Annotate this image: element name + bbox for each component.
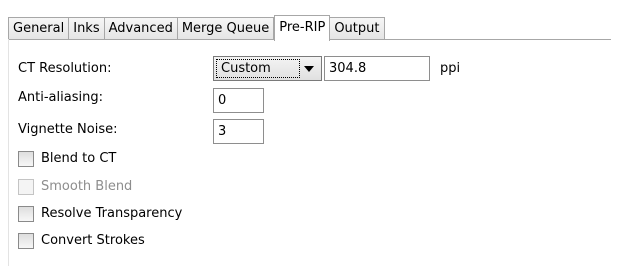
resolve-transparency-checkbox[interactable] xyxy=(18,206,34,222)
tab-output[interactable]: Output xyxy=(330,17,385,40)
convert-strokes-label: Convert Strokes xyxy=(41,233,145,248)
chevron-down-icon xyxy=(304,66,314,72)
tab-pre-rip[interactable]: Pre-RIP xyxy=(274,15,331,41)
resolve-transparency-label: Resolve Transparency xyxy=(41,206,183,221)
smooth-blend-option: Smooth Blend xyxy=(18,178,132,196)
vignette-noise-label: Vignette Noise: xyxy=(18,122,118,137)
tab-strip: General Inks Advanced Merge Queue Pre-RI… xyxy=(8,15,385,41)
tab-inks[interactable]: Inks xyxy=(69,17,105,40)
blend-to-ct-checkbox[interactable] xyxy=(18,151,34,167)
vignette-noise-field[interactable]: 3 xyxy=(213,119,264,144)
smooth-blend-label: Smooth Blend xyxy=(41,179,133,194)
ct-resolution-unit: ppi xyxy=(440,61,461,76)
anti-aliasing-field[interactable]: 0 xyxy=(213,88,264,113)
tab-merge-queue[interactable]: Merge Queue xyxy=(177,17,275,40)
ct-resolution-label: CT Resolution: xyxy=(18,61,112,76)
panel-border xyxy=(8,39,9,266)
blend-to-ct-option[interactable]: Blend to CT xyxy=(18,150,116,168)
ct-resolution-value-field[interactable]: 304.8 xyxy=(324,56,430,81)
pre-rip-settings-panel: General Inks Advanced Merge Queue Pre-RI… xyxy=(0,0,619,266)
convert-strokes-option[interactable]: Convert Strokes xyxy=(18,232,145,250)
smooth-blend-checkbox xyxy=(18,179,34,195)
anti-aliasing-label: Anti-aliasing: xyxy=(18,90,103,105)
convert-strokes-checkbox[interactable] xyxy=(18,233,34,249)
ct-resolution-mode-value: Custom xyxy=(216,59,300,78)
ct-resolution-mode-select[interactable]: Custom xyxy=(213,56,322,81)
resolve-transparency-option[interactable]: Resolve Transparency xyxy=(18,205,182,223)
blend-to-ct-label: Blend to CT xyxy=(41,151,117,166)
tab-general[interactable]: General xyxy=(8,17,70,40)
tab-advanced[interactable]: Advanced xyxy=(104,17,178,40)
